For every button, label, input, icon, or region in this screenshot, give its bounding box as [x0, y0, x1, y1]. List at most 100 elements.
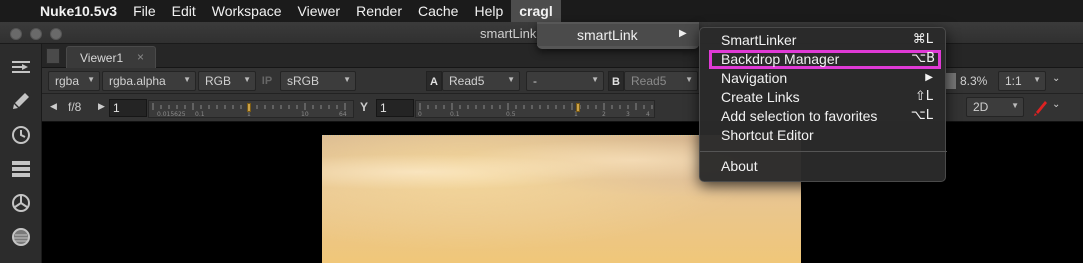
gamma-tick-label: 0	[418, 111, 422, 118]
dropdown-arrow-icon: ▼	[183, 75, 191, 84]
dropdown-arrow-icon: ▼	[87, 75, 95, 84]
color-pick-icon[interactable]	[1032, 98, 1050, 118]
menu-help[interactable]: Help	[466, 0, 511, 22]
display-style-dropdown[interactable]: RGB ▼	[198, 71, 256, 91]
menu-workspace[interactable]: Workspace	[204, 0, 290, 22]
proxy-dropdown[interactable]: 1:1 ▼	[998, 71, 1046, 91]
fstop-increase-icon[interactable]: ▶	[98, 101, 105, 112]
menu-item-label: Backdrop Manager	[721, 51, 840, 67]
dropdown-arrow-icon: ▼	[343, 75, 351, 84]
menu-item-label: Shortcut Editor	[721, 127, 814, 143]
alpha-channel-value: rgba.alpha	[109, 74, 166, 88]
menu-cragl[interactable]: cragl	[511, 0, 561, 22]
alpha-channel-dropdown[interactable]: rgba.alpha ▼	[102, 71, 196, 91]
wipe-operation-value: -	[533, 74, 537, 88]
menu-viewer[interactable]: Viewer	[290, 0, 349, 22]
layers-icon[interactable]	[10, 158, 32, 180]
proxy-value: 1:1	[1005, 74, 1022, 88]
cragl-dropdown-menu: smartLink ▶	[537, 22, 699, 49]
menu-item-shortcut: ⇧L	[914, 89, 933, 104]
gamma-slider-handle[interactable]	[576, 103, 580, 112]
channels-dropdown[interactable]: rgba ▼	[48, 71, 100, 91]
menu-item-add-to-favorites[interactable]: Add selection to favorites ⌥L	[700, 107, 947, 126]
gain-tick-label: 64	[339, 111, 347, 118]
gamma-tick-label: 3	[626, 111, 630, 118]
apple-menu-area[interactable]	[0, 0, 32, 22]
3d-node-icon[interactable]	[10, 192, 32, 214]
menu-item-smartlink-label: smartLink	[577, 27, 638, 43]
fstop-label[interactable]: f/8	[68, 100, 81, 114]
menu-edit[interactable]: Edit	[164, 0, 204, 22]
gain-tick-label: 10	[301, 111, 309, 118]
menu-item-shortcut: ⌘L	[912, 32, 933, 47]
wipe-operation-dropdown[interactable]: - ▼	[526, 71, 604, 91]
menu-render[interactable]: Render	[348, 0, 410, 22]
toolbar-expand-icon[interactable]: ⌄	[1052, 99, 1060, 110]
input-a-label: A	[426, 71, 442, 91]
particle-icon[interactable]	[10, 226, 32, 248]
close-window-button[interactable]	[10, 28, 22, 40]
input-b-label: B	[608, 71, 624, 91]
menu-item-about[interactable]: About	[700, 157, 947, 176]
menu-item-smartlink[interactable]: smartLink ▶	[537, 24, 699, 46]
menu-item-label: Add selection to favorites	[721, 108, 878, 124]
menu-file[interactable]: File	[125, 0, 164, 22]
zoom-level[interactable]: 8.3%	[960, 74, 987, 88]
gain-slider[interactable]: 0.015625 0.1 1 10 64	[148, 100, 354, 118]
gamma-input[interactable]: 1	[376, 99, 414, 117]
tab-viewer1[interactable]: Viewer1 ×	[66, 46, 156, 68]
gamma-label: Y	[360, 100, 369, 114]
minimize-window-button[interactable]	[30, 28, 42, 40]
fstop-decrease-icon[interactable]: ◀	[50, 101, 57, 112]
submenu-arrow-icon: ▶	[679, 28, 687, 39]
toolbar-expand-icon[interactable]: ⌄	[1052, 73, 1060, 84]
gain-tick-label: 1	[247, 111, 251, 118]
dropdown-arrow-icon: ▼	[591, 75, 599, 84]
left-toolbar	[0, 44, 42, 263]
menu-item-create-links[interactable]: Create Links ⇧L	[700, 88, 947, 107]
panel-handle[interactable]	[46, 48, 60, 64]
menu-bar: Nuke10.5v3 File Edit Workspace Viewer Re…	[0, 0, 1083, 22]
menu-app-nuke[interactable]: Nuke10.5v3	[32, 0, 125, 22]
menu-item-shortcut-editor[interactable]: Shortcut Editor	[700, 126, 947, 145]
gamma-tick-label: 2	[602, 111, 606, 118]
gain-tick-label: 0.1	[195, 111, 205, 118]
channels-value: rgba	[55, 74, 80, 88]
viewer-lut-dropdown[interactable]: sRGB ▼	[280, 71, 356, 91]
clock-icon[interactable]	[10, 124, 32, 146]
gain-input[interactable]: 1	[109, 99, 147, 117]
paint-brush-icon[interactable]	[10, 90, 32, 112]
input-b-dropdown[interactable]: Read5 ▼	[624, 71, 698, 91]
gain-tick-label: 0.015625	[157, 111, 186, 118]
menu-item-shortcut: ⌥L	[910, 108, 933, 123]
menu-cache[interactable]: Cache	[410, 0, 466, 22]
dropdown-arrow-icon: ▼	[1033, 75, 1041, 84]
menu-item-smartlinker[interactable]: SmartLinker ⌘L	[700, 31, 947, 50]
gamma-tick-label: 0.1	[450, 111, 460, 118]
zoom-window-button[interactable]	[50, 28, 62, 40]
window-title: smartLink	[480, 26, 537, 41]
input-b-value: Read5	[631, 74, 667, 88]
smartlink-submenu: SmartLinker ⌘L Backdrop Manager ⌥B Navig…	[699, 27, 947, 182]
gamma-slider[interactable]: 0 0.1 0.5 1 2 3 4	[415, 100, 655, 118]
viewer-lut-value: sRGB	[287, 74, 320, 88]
view-mode-dropdown[interactable]: 2D ▼	[966, 97, 1024, 117]
gamma-tick-label: 0.5	[506, 111, 516, 118]
menu-item-shortcut: ⌥B	[911, 51, 935, 66]
input-a-value: Read5	[449, 74, 485, 88]
menu-separator	[700, 151, 947, 152]
input-process-button[interactable]: IP	[257, 71, 277, 91]
dropdown-arrow-icon: ▼	[243, 75, 251, 84]
submenu-arrow-icon: ▶	[925, 72, 933, 83]
panel-toggle-icon[interactable]	[10, 56, 32, 78]
menu-item-label: SmartLinker	[721, 32, 797, 48]
frame-range-icon[interactable]	[946, 73, 956, 89]
display-style-value: RGB	[205, 74, 232, 88]
close-tab-icon[interactable]: ×	[137, 50, 144, 64]
menu-item-label: Navigation	[721, 70, 788, 86]
menu-item-backdrop-manager[interactable]: Backdrop Manager ⌥B	[709, 50, 941, 69]
input-a-dropdown[interactable]: Read5 ▼	[442, 71, 520, 91]
gain-slider-handle[interactable]	[247, 103, 251, 112]
menu-item-navigation[interactable]: Navigation ▶	[700, 69, 947, 88]
dropdown-arrow-icon: ▼	[507, 75, 515, 84]
